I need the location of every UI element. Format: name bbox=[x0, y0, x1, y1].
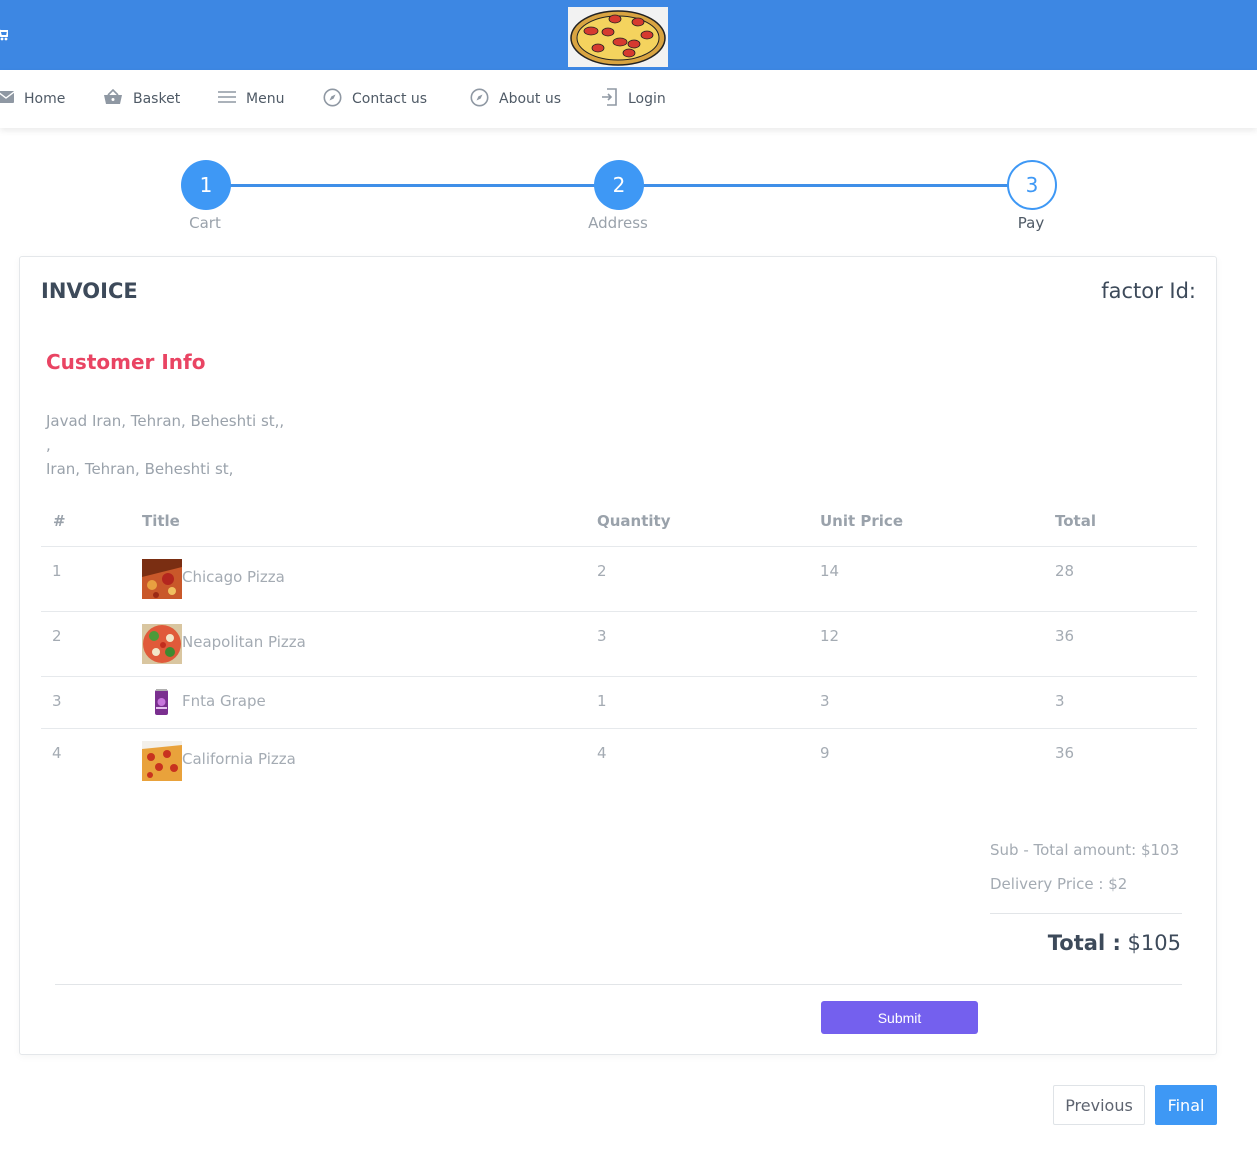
menu-icon bbox=[218, 91, 246, 107]
cart-icon[interactable] bbox=[0, 26, 10, 45]
summary-divider bbox=[990, 913, 1182, 914]
nav-item-menu[interactable]: Menu bbox=[218, 70, 284, 128]
total-value: $105 bbox=[1127, 931, 1181, 955]
row-index: 1 bbox=[52, 562, 62, 580]
row-title: Neapolitan Pizza bbox=[182, 633, 306, 651]
column-header-total: Total bbox=[1055, 512, 1096, 530]
subtotal-amount: Sub - Total amount: $103 bbox=[990, 841, 1180, 859]
row-unit-price: 3 bbox=[820, 692, 830, 710]
chicago-pizza-image bbox=[142, 559, 182, 599]
footer-divider bbox=[55, 984, 1182, 985]
nav-label: Login bbox=[628, 91, 666, 107]
soda-can-image bbox=[142, 682, 182, 722]
table-divider bbox=[41, 728, 1197, 729]
table-divider bbox=[41, 546, 1197, 547]
row-index: 2 bbox=[52, 627, 62, 645]
row-quantity: 4 bbox=[597, 744, 607, 762]
nav-item-home[interactable]: Home bbox=[0, 70, 65, 128]
total-label: Total : bbox=[1047, 931, 1121, 955]
step-label-cart: Cart bbox=[189, 214, 221, 232]
compass-icon bbox=[323, 88, 352, 111]
grand-total: Total : $105 bbox=[1048, 931, 1181, 955]
customer-address-line: Iran, Tehran, Beheshti st, bbox=[46, 460, 234, 478]
column-header-unit-price: Unit Price bbox=[820, 512, 903, 530]
row-unit-price: 9 bbox=[820, 744, 830, 762]
row-title: Fnta Grape bbox=[182, 692, 266, 710]
invoice-card: INVOICE factor Id: Customer Info Javad I… bbox=[19, 256, 1217, 1055]
previous-button[interactable]: Previous bbox=[1053, 1085, 1145, 1125]
invoice-title: INVOICE bbox=[41, 279, 138, 303]
row-title: Chicago Pizza bbox=[182, 568, 285, 586]
row-total: 36 bbox=[1055, 627, 1075, 645]
step-connector bbox=[230, 184, 596, 187]
main-nav: Home Basket Menu Contact us About us Log… bbox=[0, 70, 1257, 128]
nav-item-login[interactable]: Login bbox=[601, 70, 666, 128]
nav-label: Basket bbox=[133, 91, 181, 107]
step-connector bbox=[643, 184, 1009, 187]
top-bar bbox=[0, 0, 1257, 70]
customer-info-title: Customer Info bbox=[46, 350, 206, 374]
nav-item-contact-us[interactable]: Contact us bbox=[323, 70, 427, 128]
row-unit-price: 14 bbox=[820, 562, 840, 580]
row-total: 3 bbox=[1055, 692, 1065, 710]
checkout-stepper: 1 Cart 2 Address 3 Pay bbox=[0, 128, 1257, 248]
step-label-address: Address bbox=[588, 214, 648, 232]
column-header-index: # bbox=[53, 512, 66, 530]
row-total: 28 bbox=[1055, 562, 1075, 580]
row-index: 3 bbox=[52, 692, 62, 710]
table-divider bbox=[41, 676, 1197, 677]
row-unit-price: 12 bbox=[820, 627, 840, 645]
nav-label: Home bbox=[24, 91, 66, 107]
column-header-quantity: Quantity bbox=[597, 512, 671, 530]
row-quantity: 2 bbox=[597, 562, 607, 580]
customer-address-line: Javad Iran, Tehran, Beheshti st,, bbox=[46, 412, 285, 430]
row-quantity: 1 bbox=[597, 692, 607, 710]
customer-address-line: , bbox=[46, 436, 51, 454]
basket-icon bbox=[103, 88, 133, 109]
row-total: 36 bbox=[1055, 744, 1075, 762]
nav-item-about-us[interactable]: About us bbox=[470, 70, 561, 128]
step-circle-address[interactable]: 2 bbox=[594, 160, 644, 210]
compass-icon bbox=[470, 88, 499, 111]
nav-item-basket[interactable]: Basket bbox=[103, 70, 180, 128]
submit-button[interactable]: Submit bbox=[821, 1001, 978, 1034]
california-pizza-image bbox=[142, 741, 182, 781]
row-title: California Pizza bbox=[182, 750, 296, 768]
step-label-pay: Pay bbox=[1017, 214, 1045, 232]
row-index: 4 bbox=[52, 744, 62, 762]
mail-icon bbox=[0, 91, 24, 107]
final-button[interactable]: Final bbox=[1155, 1085, 1217, 1125]
column-header-title: Title bbox=[142, 512, 180, 530]
neapolitan-pizza-image bbox=[142, 624, 182, 664]
pizza-logo[interactable] bbox=[568, 7, 668, 67]
step-circle-pay[interactable]: 3 bbox=[1007, 160, 1057, 210]
nav-label: Menu bbox=[246, 91, 285, 107]
delivery-price: Delivery Price : $2 bbox=[990, 875, 1128, 893]
factor-id-label: factor Id: bbox=[1101, 279, 1196, 303]
table-divider bbox=[41, 611, 1197, 612]
step-circle-cart[interactable]: 1 bbox=[181, 160, 231, 210]
login-icon bbox=[601, 88, 628, 110]
row-quantity: 3 bbox=[597, 627, 607, 645]
nav-label: About us bbox=[499, 91, 562, 107]
nav-label: Contact us bbox=[352, 91, 428, 107]
